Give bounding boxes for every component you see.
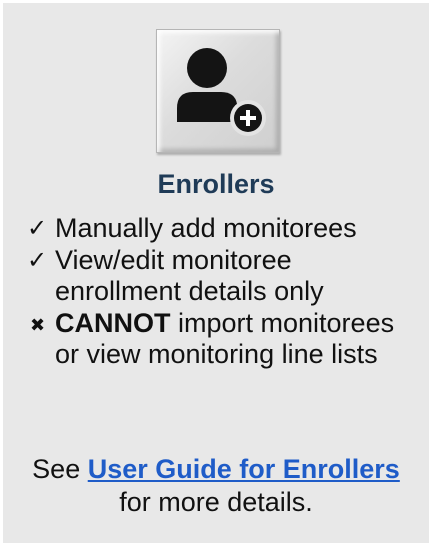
footer-prefix: See — [32, 454, 88, 484]
permission-item-cannot-import: ✖ CANNOT import monitorees or view monit… — [27, 308, 422, 370]
role-title: Enrollers — [157, 169, 275, 199]
footer-note: See User Guide for Enrollers for more de… — [13, 453, 419, 519]
role-icon-tile — [156, 29, 280, 153]
permission-item-add-monitorees: ✓ Manually add monitorees — [27, 213, 422, 244]
permission-list: ✓ Manually add monitorees ✓ View/edit mo… — [27, 213, 422, 371]
cross-icon: ✖ — [30, 315, 46, 336]
user-guide-link[interactable]: User Guide for Enrollers — [88, 454, 400, 484]
check-icon: ✓ — [27, 214, 48, 242]
permission-item-view-edit: ✓ View/edit monitoree enrollment details… — [27, 245, 422, 307]
user-add-icon — [177, 48, 266, 136]
permission-emphasis: CANNOT — [55, 308, 171, 338]
footer-suffix: for more details. — [119, 487, 313, 517]
check-icon: ✓ — [27, 246, 48, 274]
permission-text: View/edit monitoree enrollment details o… — [55, 245, 324, 306]
permission-text: Manually add monitorees — [55, 213, 357, 243]
role-card: Enrollers ✓ Manually add monitorees ✓ Vi… — [3, 3, 429, 543]
